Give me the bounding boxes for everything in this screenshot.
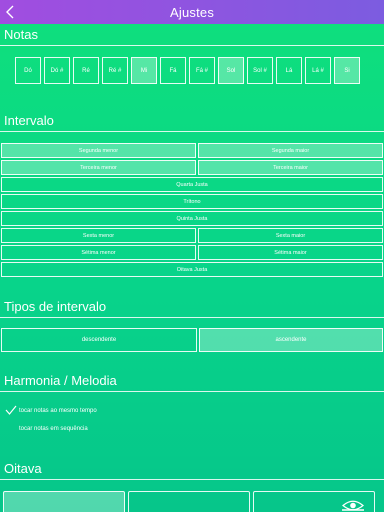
interval-quarta-justa[interactable]: Quarta Justa [1,177,383,192]
interval-segunda-menor[interactable]: Segunda menor [1,143,196,158]
octave-option-1[interactable] [3,491,125,512]
interval-terceira-maior[interactable]: Terceira maior [198,160,383,175]
interval-sexta-menor[interactable]: Sexta menor [1,228,196,243]
interval-sexta-maior[interactable]: Sexta maior [198,228,383,243]
interval-setima-menor[interactable]: Sétima menor [1,245,196,260]
interval-segunda-maior[interactable]: Segunda maior [198,143,383,158]
title-bar: Ajustes [0,0,384,24]
note-la[interactable]: Lá [276,57,302,84]
option-play-sequence[interactable]: tocar notas em sequência [19,426,88,432]
interval-setima-maior[interactable]: Sétima maior [198,245,383,260]
note-sol-sharp[interactable]: Sol # [247,57,273,84]
note-do-sharp[interactable]: Dó # [44,57,70,84]
section-header-notes: Notas [0,24,384,46]
interval-tritono[interactable]: Trítono [1,194,383,209]
back-button[interactable] [2,2,18,22]
checkmark-icon [5,405,17,415]
interval-oitava-justa[interactable]: Oitava Justa [1,262,383,277]
eye-icon [342,500,364,511]
interval-quinta-justa[interactable]: Quinta Justa [1,211,383,226]
interval-type-descending[interactable]: descendente [1,328,197,352]
note-mi[interactable]: Mi [131,57,157,84]
interval-type-ascending[interactable]: ascendente [199,328,383,352]
note-re[interactable]: Ré [73,57,99,84]
section-header-harmony: Harmonia / Melodia [0,370,384,392]
note-si[interactable]: Si [334,57,360,84]
page-title: Ajustes [169,4,215,20]
option-play-together[interactable]: tocar notas ao mesmo tempo [19,408,97,414]
octave-option-2[interactable] [128,491,250,512]
note-re-sharp[interactable]: Ré # [102,57,128,84]
section-header-interval: Intervalo [0,110,384,132]
chevron-left-icon [6,5,14,19]
section-header-octave: Oitava [0,458,384,480]
section-header-interval-types: Tipos de intervalo [0,296,384,318]
note-sol[interactable]: Sol [218,57,244,84]
note-fa-sharp[interactable]: Fá # [189,57,215,84]
note-do[interactable]: Dó [15,57,41,84]
note-la-sharp[interactable]: Lá # [305,57,331,84]
note-fa[interactable]: Fá [160,57,186,84]
interval-terceira-menor[interactable]: Terceira menor [1,160,196,175]
notes-row: Dó Dó # Ré Ré # Mi Fá Fá # Sol Sol # Lá … [15,57,360,84]
